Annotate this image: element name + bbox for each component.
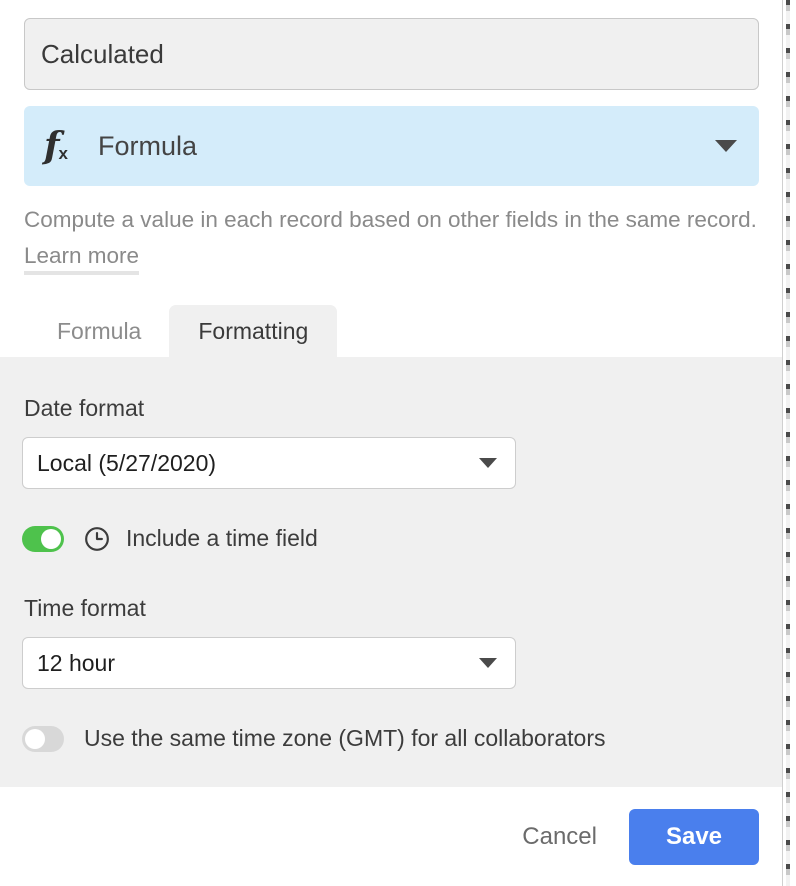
include-time-field-toggle[interactable] [22,525,64,552]
field-type-description: Compute a value in each record based on … [24,202,764,275]
date-format-label: Date format [24,395,145,421]
field-type-label: Formula [98,130,198,161]
same-timezone-toggle[interactable] [22,725,64,752]
include-time-field-row[interactable]: Include a time field [22,525,318,552]
date-format-select[interactable]: Local (5/27/2020) [22,437,516,489]
field-editor-dialog: fx Formula Compute a value in each recor… [0,0,783,886]
time-format-value: 12 hour [37,649,116,676]
formatting-panel: Date format Local (5/27/2020) Include a … [0,357,782,787]
fx-icon: fx [44,125,68,167]
chevron-down-icon [479,658,497,668]
tab-formula-label: Formula [57,317,142,344]
field-type-select[interactable]: fx Formula [24,106,759,186]
date-format-value: Local (5/27/2020) [37,449,217,476]
scrollbar-edge-strip [786,0,790,886]
chevron-down-icon [479,458,497,468]
tab-formatting-label: Formatting [198,317,309,344]
toggle-knob [41,528,61,549]
toggle-knob [25,728,45,749]
chevron-down-icon [715,140,737,152]
clock-icon [85,526,109,551]
tab-formatting[interactable]: Formatting [169,305,338,357]
description-text: Compute a value in each record based on … [24,207,757,232]
include-time-field-label: Include a time field [126,525,318,551]
learn-more-link[interactable]: Learn more [24,243,140,275]
save-button[interactable]: Save [629,808,759,865]
field-name-input[interactable] [24,18,759,90]
dialog-footer: Cancel Save [0,787,782,886]
tab-formula[interactable]: Formula [37,305,161,357]
same-timezone-label: Use the same time zone (GMT) for all col… [84,725,606,751]
time-format-select[interactable]: 12 hour [22,637,516,689]
same-timezone-row[interactable]: Use the same time zone (GMT) for all col… [22,725,606,752]
time-format-label: Time format [24,595,146,621]
cancel-button[interactable]: Cancel [504,813,615,861]
editor-tabs: Formula Formatting [0,305,782,357]
